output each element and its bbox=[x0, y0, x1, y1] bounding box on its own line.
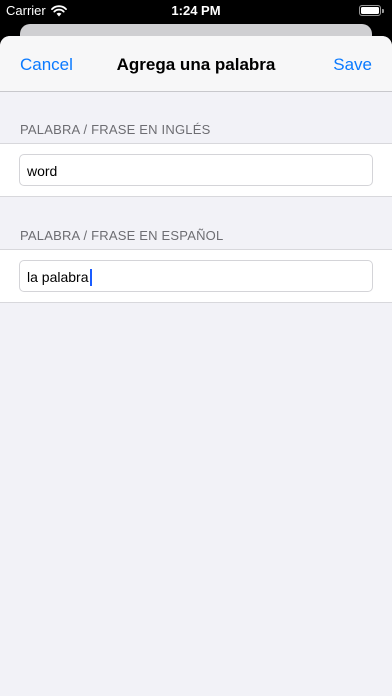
status-bar: Carrier 1:24 PM bbox=[0, 0, 392, 22]
spanish-word-value: la palabra bbox=[27, 269, 89, 285]
spanish-section-header: PALABRA / FRASE EN ESPAÑOL bbox=[20, 228, 224, 243]
spanish-section-row: la palabra bbox=[0, 249, 392, 303]
spanish-word-field[interactable]: la palabra bbox=[19, 260, 373, 292]
save-button[interactable]: Save bbox=[333, 55, 372, 75]
english-word-value: word bbox=[27, 163, 58, 179]
status-time: 1:24 PM bbox=[171, 3, 221, 18]
text-cursor bbox=[89, 269, 92, 286]
add-word-sheet: Cancel Agrega una palabra Save PALABRA /… bbox=[0, 36, 392, 696]
english-section-header: PALABRA / FRASE EN INGLÉS bbox=[20, 122, 211, 137]
battery-icon bbox=[359, 5, 384, 16]
navigation-bar: Cancel Agrega una palabra Save bbox=[0, 36, 392, 92]
english-word-field[interactable]: word bbox=[19, 154, 373, 186]
english-section-row: word bbox=[0, 143, 392, 197]
